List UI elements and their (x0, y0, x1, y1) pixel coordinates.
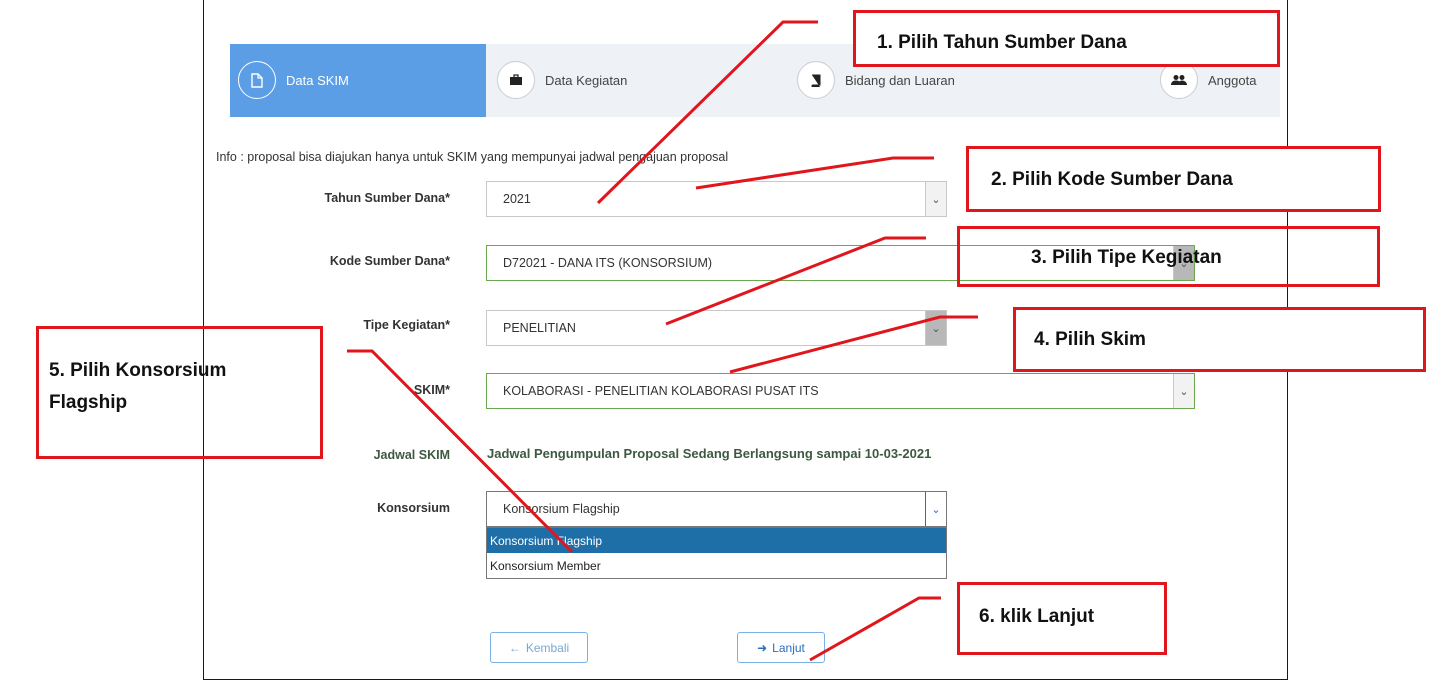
annotation-5-line2: Flagship (49, 392, 128, 413)
annotation-6: 6. klik Lanjut (957, 582, 1167, 655)
annotation-4: 4. Pilih Skim (1013, 307, 1426, 372)
annotation-3-text: 3. Pilih Tipe Kegiatan (1031, 247, 1222, 268)
annotation-1-text: 1. Pilih Tahun Sumber Dana (877, 32, 1127, 53)
annotation-5-line1: 5. Pilih Konsorsium (49, 360, 227, 381)
annotation-1: 1. Pilih Tahun Sumber Dana (853, 10, 1280, 67)
annotation-3: 3. Pilih Tipe Kegiatan (957, 226, 1380, 287)
annotation-2: 2. Pilih Kode Sumber Dana (966, 146, 1381, 212)
annotation-4-text: 4. Pilih Skim (1034, 329, 1146, 350)
annotation-5: 5. Pilih Konsorsium Flagship (36, 326, 323, 459)
annotation-6-text: 6. klik Lanjut (979, 606, 1095, 627)
annotation-2-text: 2. Pilih Kode Sumber Dana (991, 169, 1233, 190)
annotation-5-text: 5. Pilih Konsorsium Flagship (49, 355, 226, 419)
